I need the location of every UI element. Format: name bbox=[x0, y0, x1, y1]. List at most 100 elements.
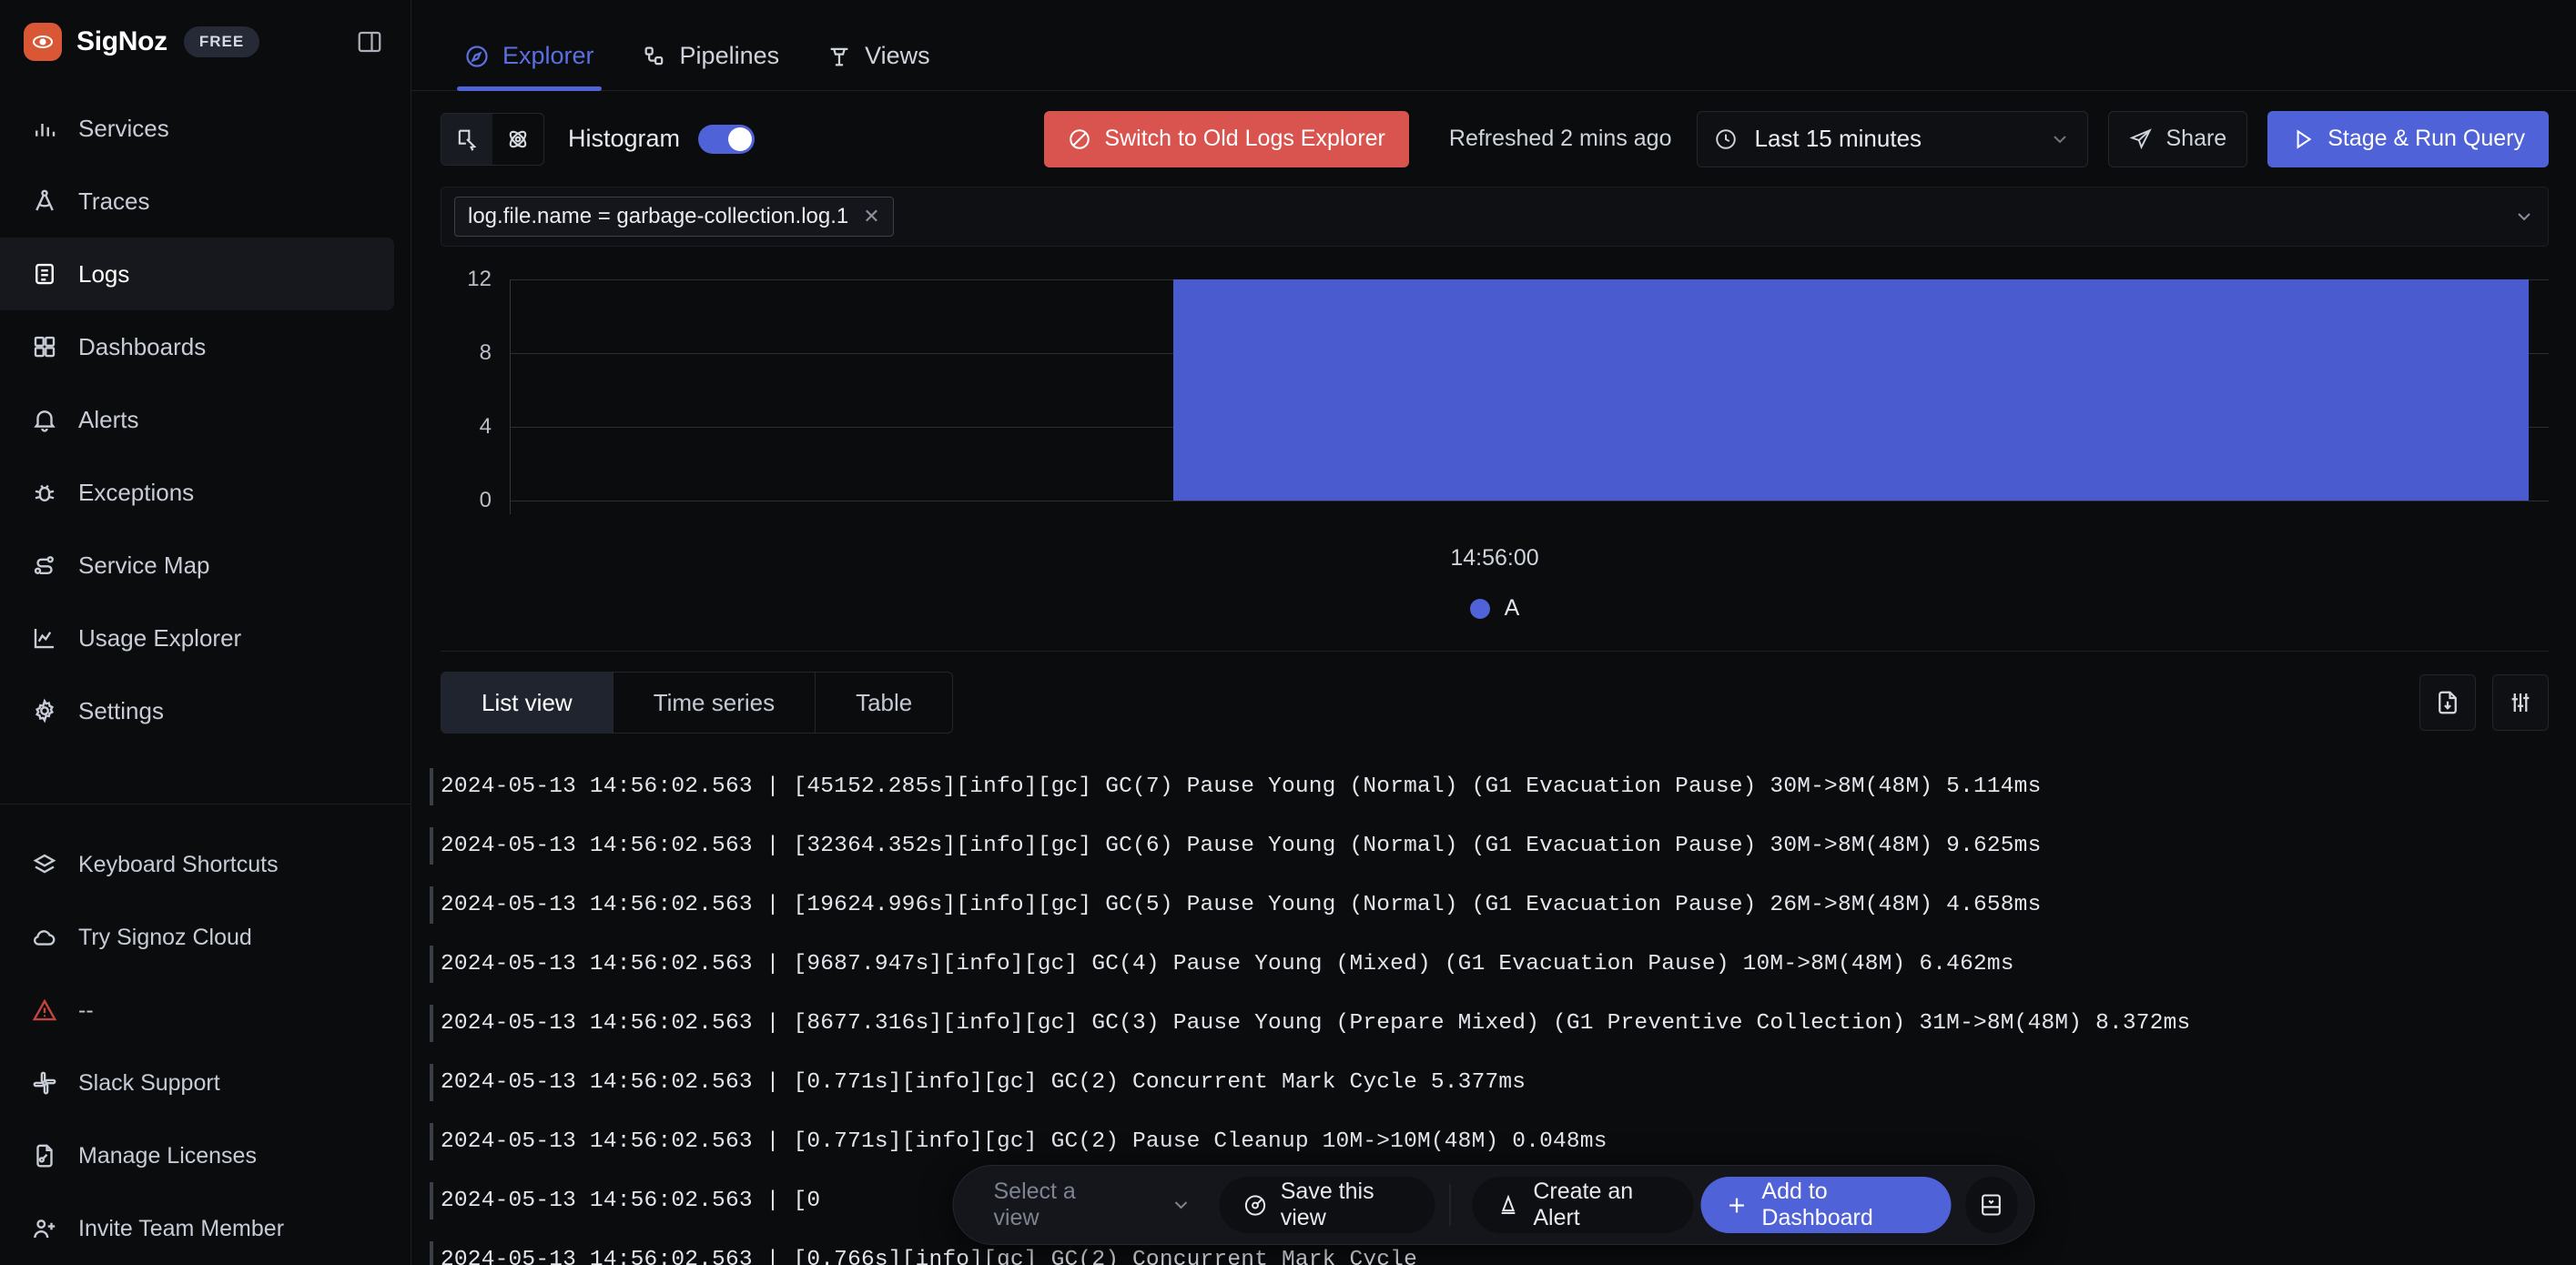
sidebar-item-alerts[interactable]: Alerts bbox=[0, 383, 394, 456]
sliders-icon[interactable] bbox=[2492, 674, 2549, 731]
panel-collapse-icon[interactable] bbox=[356, 28, 383, 56]
histogram-toggle[interactable] bbox=[698, 124, 756, 154]
chart-canvas: 12 8 4 0 bbox=[441, 267, 2549, 540]
network-icon bbox=[31, 552, 58, 579]
sidebar-item-try-signoz-cloud[interactable]: Try Signoz Cloud bbox=[0, 901, 394, 974]
main-content: Explorer Pipelines Views Histogram Switc… bbox=[411, 0, 2576, 1265]
log-row[interactable]: 2024-05-13 14:56:02.563 | [0.771s][info]… bbox=[411, 1112, 2576, 1171]
sidebar-item-slack-support[interactable]: Slack Support bbox=[0, 1047, 394, 1119]
log-row[interactable]: 2024-05-13 14:56:02.563 | [19624.996s][i… bbox=[411, 875, 2576, 935]
file-download-icon[interactable] bbox=[2419, 674, 2476, 731]
plot-area bbox=[510, 279, 2549, 514]
tab-table[interactable]: Table bbox=[816, 673, 952, 733]
share-label: Share bbox=[2165, 126, 2227, 151]
cursor-box-icon[interactable] bbox=[441, 113, 492, 165]
brand-name: SigNoz bbox=[76, 25, 167, 56]
chart-legend: A bbox=[441, 595, 2549, 622]
chevron-down-icon bbox=[2049, 128, 2071, 150]
share-button[interactable]: Share bbox=[2108, 110, 2248, 167]
grid-icon bbox=[31, 333, 58, 360]
y-axis-tick: 0 bbox=[479, 488, 492, 512]
legend-label[interactable]: A bbox=[1505, 595, 1520, 622]
log-row[interactable]: 2024-05-13 14:56:02.563 | [9687.947s][in… bbox=[411, 935, 2576, 994]
area-chart-icon bbox=[31, 624, 58, 652]
sidebar-item-exceptions[interactable]: Exceptions bbox=[0, 456, 394, 529]
sidebar-item-usage-explorer[interactable]: Usage Explorer bbox=[0, 602, 394, 674]
filter-chip[interactable]: log.file.name = garbage-collection.log.1… bbox=[454, 197, 894, 237]
bell-icon bbox=[31, 406, 58, 433]
tab-views[interactable]: Views bbox=[803, 42, 954, 90]
tab-time-series[interactable]: Time series bbox=[614, 673, 816, 733]
log-row[interactable]: 2024-05-13 14:56:02.563 | [45152.285s][i… bbox=[411, 757, 2576, 816]
tab-explorer[interactable]: Explorer bbox=[441, 42, 618, 91]
sidebar-item-traces[interactable]: Traces bbox=[0, 165, 394, 238]
view-tabbar: List view Time series Table bbox=[441, 651, 2549, 734]
y-axis-tick: 12 bbox=[467, 267, 492, 291]
log-line: 2024-05-13 14:56:02.563 | [0.771s][info]… bbox=[441, 1070, 1526, 1095]
log-line: 2024-05-13 14:56:02.563 | [45152.285s][i… bbox=[441, 774, 2042, 799]
sidebar-nav: Services Traces Logs Dashboards Alerts E… bbox=[0, 92, 411, 747]
layers-icon bbox=[31, 851, 58, 878]
filter-chip-label: log.file.name = garbage-collection.log.1 bbox=[468, 204, 849, 228]
app-root: SigNoz FREE Services Traces Logs Dashboa… bbox=[0, 0, 2576, 1265]
sidebar-item-logs[interactable]: Logs bbox=[0, 238, 394, 310]
add-to-dashboard-button[interactable]: Add to Dashboard bbox=[1700, 1177, 1952, 1233]
sidebar-item-keyboard-shortcuts[interactable]: Keyboard Shortcuts bbox=[0, 828, 394, 901]
close-icon[interactable]: ✕ bbox=[863, 205, 879, 228]
histogram-bar[interactable] bbox=[1172, 279, 2529, 501]
atom-icon[interactable] bbox=[492, 114, 543, 165]
tab-label: Explorer bbox=[502, 42, 594, 69]
sidebar-item-manage-licenses[interactable]: Manage Licenses bbox=[0, 1119, 394, 1192]
query-filter-bar[interactable]: log.file.name = garbage-collection.log.1… bbox=[441, 187, 2549, 247]
switch-label: Switch to Old Logs Explorer bbox=[1104, 126, 1385, 151]
histogram-chart: 12 8 4 0 14:56:00 A bbox=[411, 247, 2576, 622]
tab-label: Views bbox=[865, 42, 930, 69]
chevron-down-icon[interactable] bbox=[2513, 206, 2535, 228]
x-axis-tick: 14:56:00 bbox=[1450, 545, 1539, 571]
signoz-logo-icon bbox=[24, 22, 62, 61]
tab-pipelines[interactable]: Pipelines bbox=[618, 42, 804, 90]
sidebar-item-label: Try Signoz Cloud bbox=[78, 924, 252, 950]
y-axis-tick: 4 bbox=[479, 414, 492, 439]
log-row[interactable]: 2024-05-13 14:56:02.563 | [8677.316s][in… bbox=[411, 994, 2576, 1053]
histogram-label: Histogram bbox=[568, 125, 681, 152]
log-row[interactable]: 2024-05-13 14:56:02.563 | [0.771s][info]… bbox=[411, 1053, 2576, 1112]
divider bbox=[1449, 1184, 1451, 1226]
log-line: 2024-05-13 14:56:02.563 | [8677.316s][in… bbox=[441, 1011, 2191, 1036]
log-line: 2024-05-13 14:56:02.563 | [19624.996s][i… bbox=[441, 893, 2042, 917]
sidebar-item-settings[interactable]: Settings bbox=[0, 674, 394, 747]
plus-icon bbox=[1724, 1193, 1749, 1218]
sidebar-item-license-warning[interactable]: -- bbox=[0, 974, 394, 1047]
stage-and-run-query-button[interactable]: Stage & Run Query bbox=[2267, 110, 2549, 167]
select-view-dropdown[interactable]: Select a view bbox=[970, 1179, 1212, 1231]
legend-color-swatch bbox=[1469, 598, 1490, 619]
y-axis-tick: 8 bbox=[479, 340, 492, 365]
log-row[interactable]: 2024-05-13 14:56:02.563 | [32364.352s][i… bbox=[411, 816, 2576, 875]
time-range-value: Last 15 minutes bbox=[1754, 125, 1922, 152]
tab-list-view[interactable]: List view bbox=[441, 673, 614, 733]
disc-icon bbox=[1243, 1193, 1268, 1218]
run-label: Stage & Run Query bbox=[2328, 126, 2525, 151]
create-an-alert-button[interactable]: Create an Alert bbox=[1472, 1177, 1694, 1233]
scroll-icon bbox=[31, 260, 58, 288]
sidebar-item-label: Exceptions bbox=[78, 478, 195, 506]
user-plus-icon bbox=[31, 1215, 58, 1242]
save-this-view-button[interactable]: Save this view bbox=[1219, 1177, 1435, 1233]
sidebar-item-label: -- bbox=[78, 997, 94, 1023]
alert-label: Create an Alert bbox=[1533, 1179, 1634, 1230]
view-mode-toggle-group bbox=[441, 112, 544, 166]
save-label: Save this view bbox=[1280, 1179, 1374, 1230]
sidebar-item-service-map[interactable]: Service Map bbox=[0, 529, 394, 602]
view-tab-group: List view Time series Table bbox=[441, 672, 954, 734]
brand-row: SigNoz FREE bbox=[0, 0, 411, 83]
time-range-selector[interactable]: Last 15 minutes bbox=[1697, 110, 2089, 167]
panel-bottom-icon[interactable] bbox=[1965, 1177, 2018, 1233]
sidebar-item-services[interactable]: Services bbox=[0, 92, 394, 165]
sidebar-item-invite-team-member[interactable]: Invite Team Member bbox=[0, 1192, 394, 1265]
switch-to-old-logs-explorer-button[interactable]: Switch to Old Logs Explorer bbox=[1044, 110, 1409, 167]
sidebar-item-dashboards[interactable]: Dashboards bbox=[0, 310, 394, 383]
log-list[interactable]: 2024-05-13 14:56:02.563 | [45152.285s][i… bbox=[411, 757, 2576, 1265]
log-line: 2024-05-13 14:56:02.563 | [32364.352s][i… bbox=[441, 834, 2042, 858]
tab-label: Pipelines bbox=[679, 42, 780, 69]
top-tabbar: Explorer Pipelines Views bbox=[411, 0, 2576, 91]
